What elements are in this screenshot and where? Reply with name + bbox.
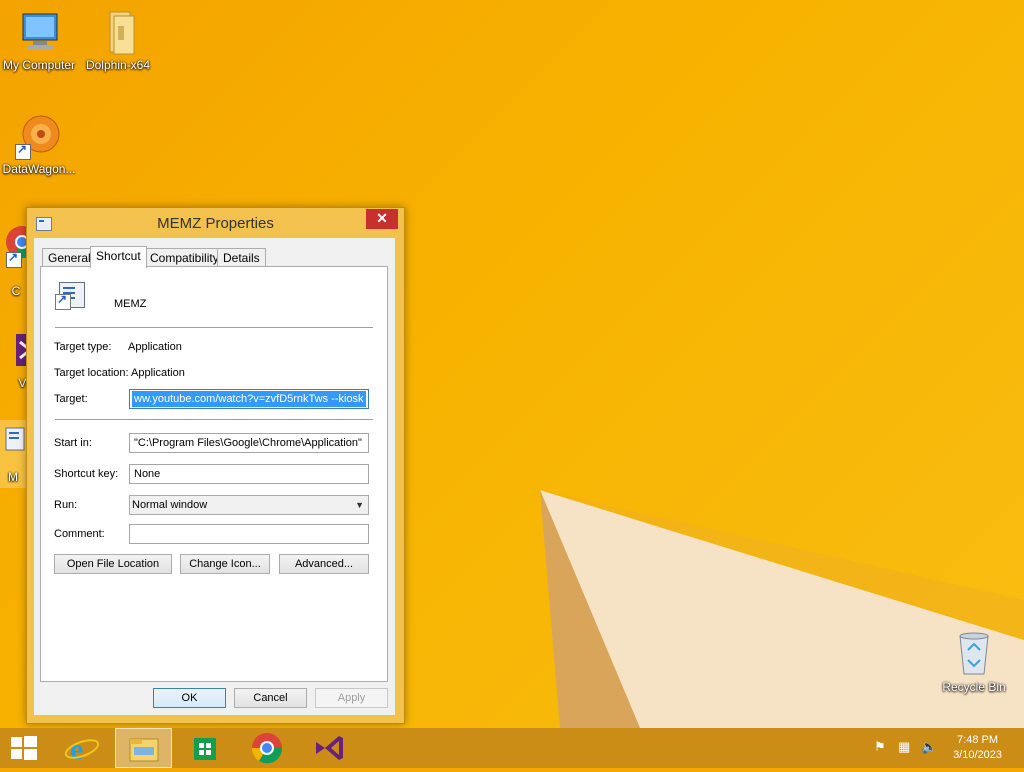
taskbar: e ⚑ ▦ 🔈 7:48 PM 3/10/2023 bbox=[0, 728, 1024, 768]
run-select[interactable]: Normal window ▼ bbox=[129, 495, 369, 515]
target-type-label: Target type: bbox=[54, 341, 112, 353]
target-location-label: Target location: bbox=[54, 367, 129, 379]
taskbar-file-explorer[interactable] bbox=[115, 728, 172, 768]
volume-icon[interactable]: 🔈 bbox=[921, 739, 937, 755]
internet-explorer-icon: e bbox=[64, 733, 100, 766]
dialog-titlebar[interactable]: MEMZ Properties ✕ bbox=[27, 208, 404, 238]
taskbar-chrome[interactable] bbox=[241, 728, 293, 768]
apply-button[interactable]: Apply bbox=[315, 688, 388, 708]
memz-icon bbox=[2, 420, 26, 468]
desktop-icon-label: My Computer bbox=[2, 58, 76, 72]
recycle-bin-icon bbox=[950, 630, 998, 678]
target-input[interactable]: ww.youtube.com/watch?v=zvfD5rnkTws --kio… bbox=[129, 389, 369, 409]
advanced-button[interactable]: Advanced... bbox=[279, 554, 369, 574]
tab-general[interactable]: General bbox=[42, 248, 97, 267]
desktop-icon-dolphin[interactable]: Dolphin-x64 bbox=[80, 8, 156, 72]
desktop-icon-label: Recycle Bin bbox=[942, 680, 1006, 694]
visual-studio-icon bbox=[316, 736, 343, 760]
taskbar-clock[interactable]: 7:48 PM 3/10/2023 bbox=[953, 733, 1002, 763]
dialog-body: General Shortcut Compatibility Details M… bbox=[34, 238, 395, 715]
windows-logo-icon bbox=[11, 736, 37, 760]
start-in-input[interactable]: "C:\Program Files\Google\Chrome\Applicat… bbox=[129, 433, 369, 453]
tab-details[interactable]: Details bbox=[217, 248, 266, 267]
start-button[interactable] bbox=[0, 728, 48, 768]
desktop-icon-label: Dolphin-x64 bbox=[85, 58, 151, 72]
app-name: MEMZ bbox=[114, 298, 147, 310]
target-type-value: Application bbox=[128, 341, 182, 353]
ok-button[interactable]: OK bbox=[153, 688, 226, 708]
properties-dialog: MEMZ Properties ✕ General Shortcut Compa… bbox=[26, 207, 405, 724]
computer-icon bbox=[15, 8, 63, 56]
clock-date: 3/10/2023 bbox=[953, 749, 1002, 761]
shortcut-app-icon bbox=[55, 282, 85, 310]
taskbar-visual-studio[interactable] bbox=[303, 728, 355, 768]
run-select-value: Normal window bbox=[132, 499, 208, 511]
folder-icon bbox=[94, 8, 142, 56]
clock-time: 7:48 PM bbox=[957, 734, 999, 746]
comment-input[interactable] bbox=[129, 524, 369, 544]
shortcut-key-label: Shortcut key: bbox=[54, 468, 119, 480]
separator bbox=[55, 327, 373, 328]
separator bbox=[55, 419, 373, 420]
target-input-selection: ww.youtube.com/watch?v=zvfD5rnkTws --kio… bbox=[132, 391, 366, 407]
desktop-icon-recycle-bin[interactable]: Recycle Bin bbox=[936, 630, 1012, 694]
cancel-button[interactable]: Cancel bbox=[234, 688, 307, 708]
desktop-icon-label: M bbox=[8, 470, 18, 484]
shortcut-tab-panel: MEMZ Target type: Application Target loc… bbox=[40, 266, 388, 682]
tab-compatibility[interactable]: Compatibility bbox=[144, 248, 225, 267]
dialog-title: MEMZ Properties bbox=[157, 215, 274, 232]
desktop-icon-label: DataWagon... bbox=[2, 162, 76, 176]
chrome-icon bbox=[251, 733, 283, 764]
open-file-location-button[interactable]: Open File Location bbox=[54, 554, 172, 574]
network-icon[interactable]: ▦ bbox=[898, 739, 914, 755]
file-explorer-icon bbox=[129, 738, 159, 762]
svg-text:e: e bbox=[70, 733, 83, 766]
run-label: Run: bbox=[54, 499, 78, 511]
change-icon-button[interactable]: Change Icon... bbox=[180, 554, 270, 574]
shortcut-arrow-icon bbox=[55, 292, 71, 310]
target-label: Target: bbox=[54, 393, 88, 405]
shortcut-key-input[interactable]: None bbox=[129, 464, 369, 484]
close-button[interactable]: ✕ bbox=[366, 209, 398, 229]
desktop-icon-datawagon[interactable]: DataWagon... bbox=[1, 112, 77, 176]
target-location-value: Application bbox=[131, 367, 185, 379]
shortcut-arrow-icon bbox=[6, 250, 22, 268]
store-icon bbox=[194, 738, 216, 760]
shortcut-arrow-icon bbox=[15, 142, 31, 160]
taskbar-store[interactable] bbox=[180, 728, 232, 768]
comment-label: Comment: bbox=[54, 528, 105, 540]
start-in-label: Start in: bbox=[54, 437, 92, 449]
desktop-icon-my-computer[interactable]: My Computer bbox=[1, 8, 77, 72]
tab-shortcut[interactable]: Shortcut bbox=[90, 246, 147, 268]
taskbar-internet-explorer[interactable]: e bbox=[56, 728, 108, 768]
datawagon-icon bbox=[15, 112, 63, 160]
desktop-icon-memz[interactable]: M bbox=[0, 420, 26, 488]
chevron-down-icon: ▼ bbox=[355, 500, 364, 510]
action-center-flag-icon[interactable]: ⚑ bbox=[874, 739, 890, 755]
